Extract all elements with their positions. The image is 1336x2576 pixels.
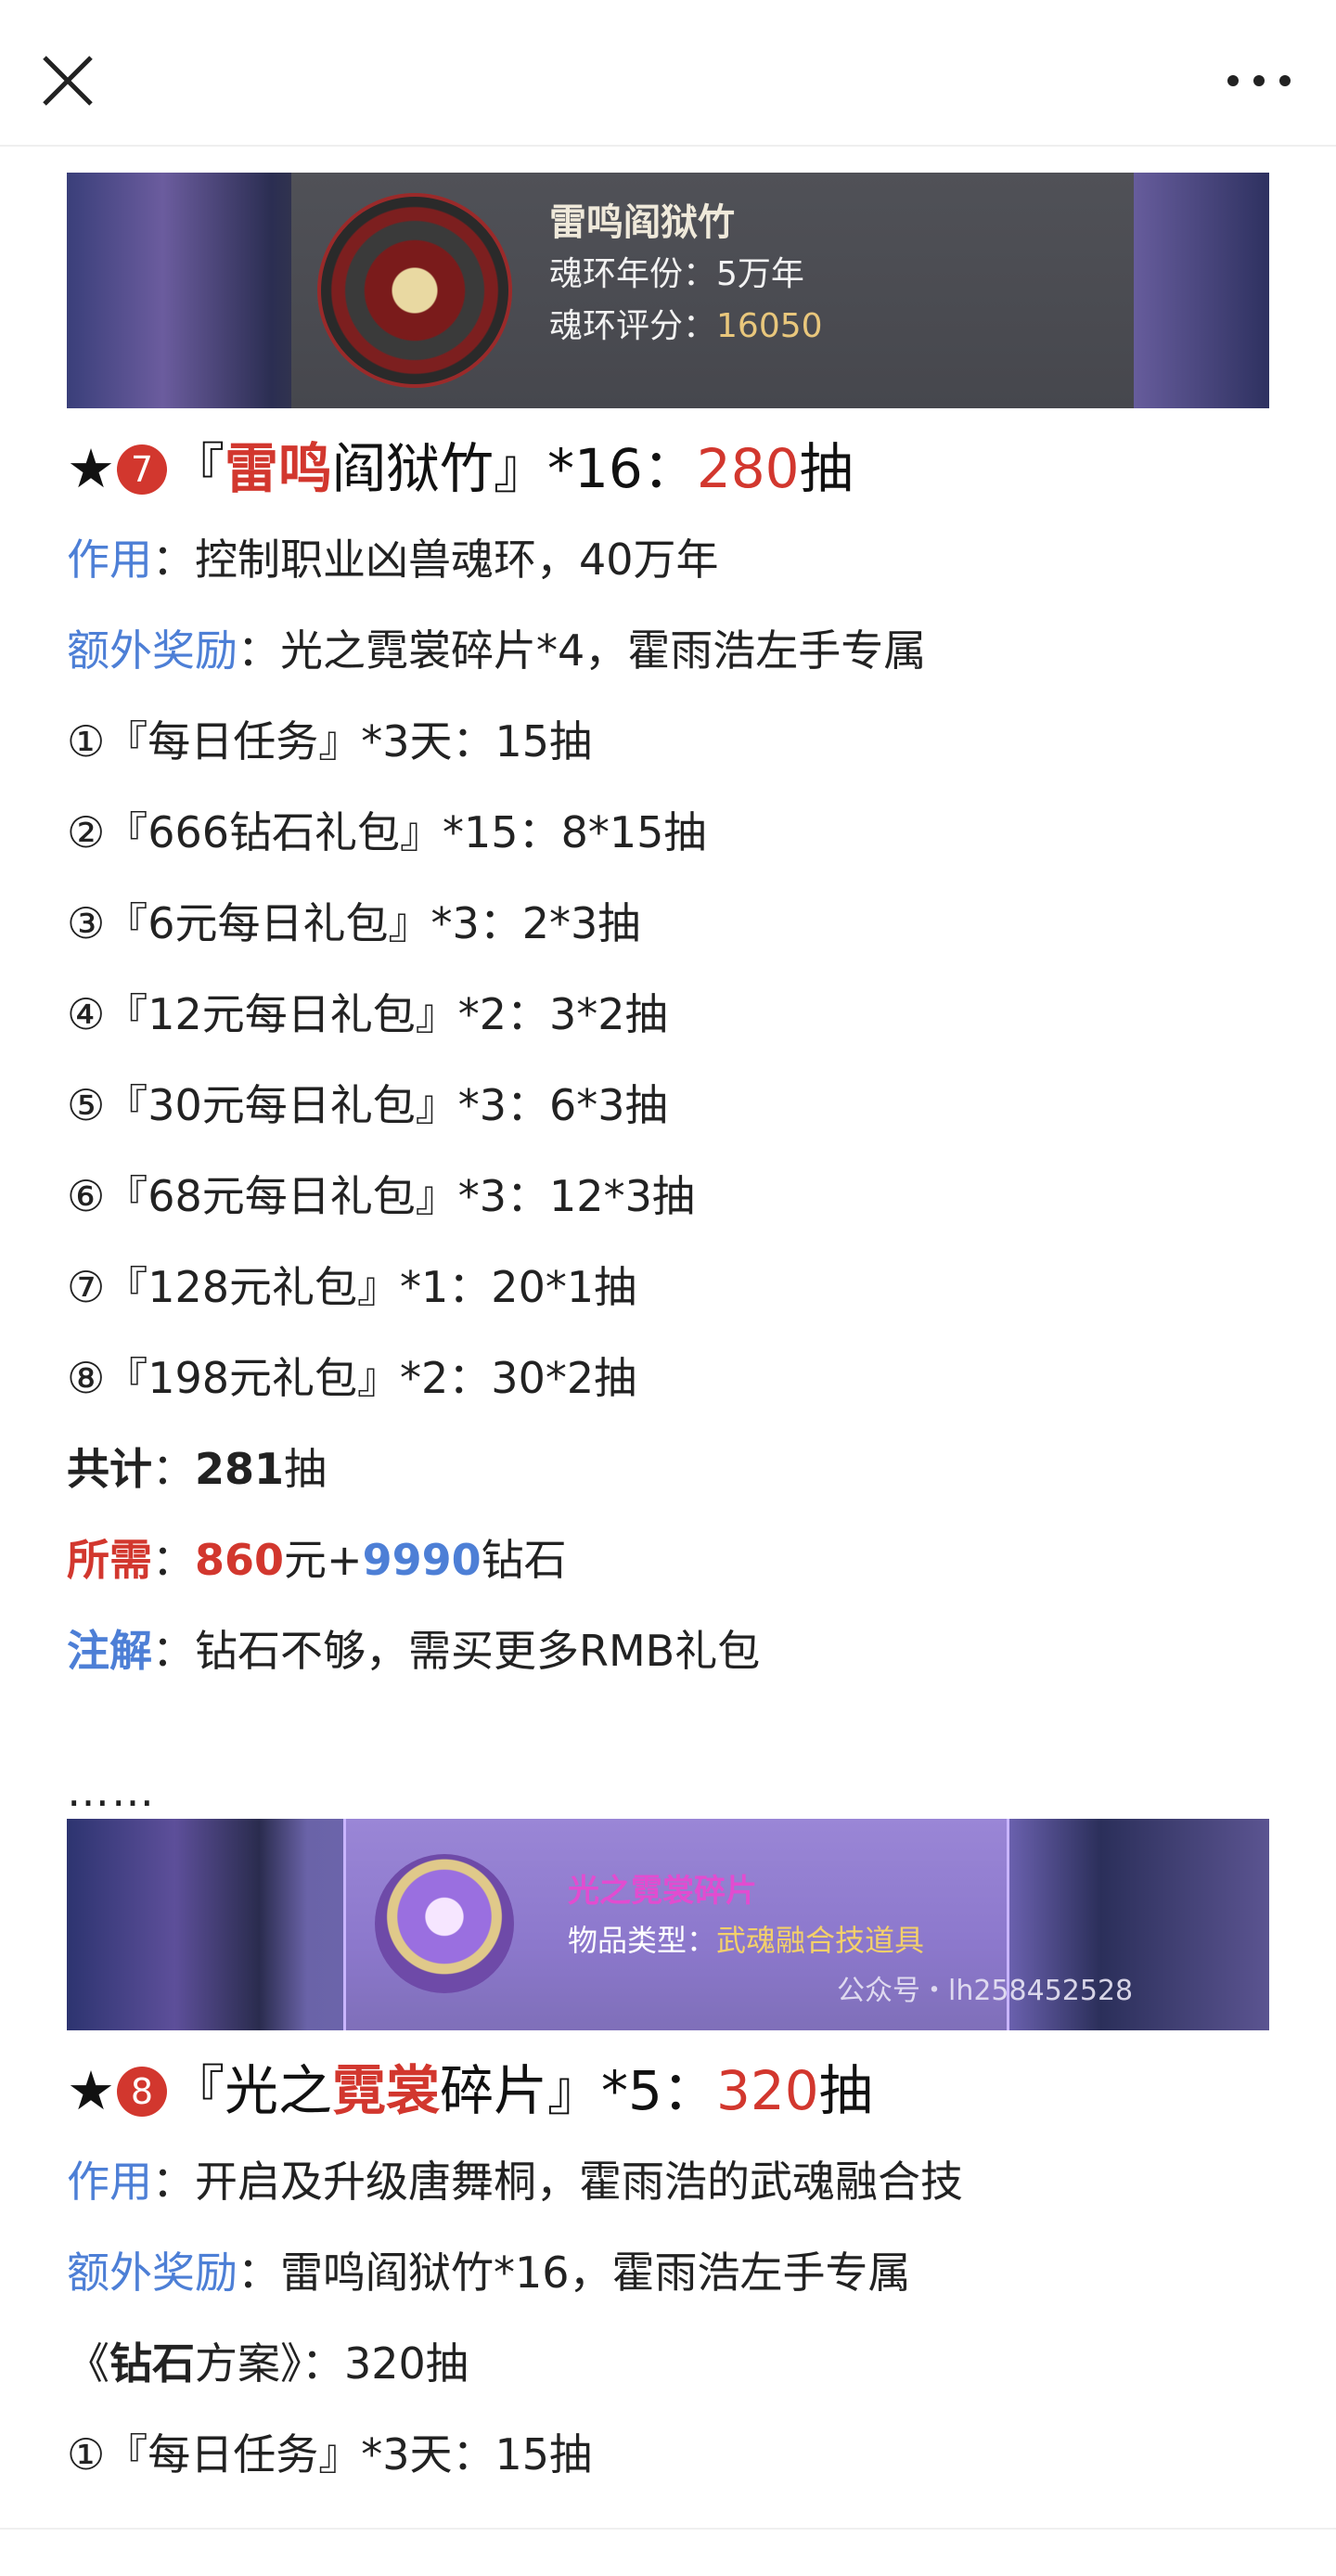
plan-line: 《钻石方案》：320抽 (67, 2338, 469, 2389)
bottom-bar (0, 2528, 1336, 2576)
section-8-heading: ★ 8 『光之霓裳碎片』*5：320抽 (67, 2059, 873, 2122)
article-body: 雷鸣阎狱竹 魂环年份：5万年 魂环评分：16050 ★ 7 『雷鸣阎狱竹』*16：2… (67, 145, 1269, 2500)
close-button[interactable] (35, 48, 100, 113)
more-button[interactable] (1217, 48, 1301, 113)
watermark: 公众号・lh258452528 (837, 1975, 1134, 2007)
effect-line: 作用：开启及升级唐舞桐，霍雨浩的武魂融合技 (67, 2157, 963, 2207)
bonus-line: 额外奖励：雷鸣阎狱竹*16，霍雨浩左手专属 (67, 2248, 911, 2298)
banner-type: 物品类型：武魂融合技道具 (568, 1923, 925, 1958)
close-icon (43, 56, 93, 106)
number-badge: 7 (117, 444, 167, 495)
list-item: ①『每日任务』*3天：15抽 (67, 2429, 593, 2479)
list-item: ④『12元每日礼包』*2：3*2抽 (67, 989, 668, 1039)
banner-title: 雷鸣阎狱竹 (549, 201, 735, 244)
fragment-emblem (375, 1854, 514, 1993)
soul-ring-banner: 雷鸣阎狱竹 魂环年份：5万年 魂环评分：16050 (67, 173, 1269, 408)
note-line: 注解：钻石不够，需买更多RMB礼包 (67, 1626, 761, 1676)
list-item: ⑦『128元礼包』*1：20*1抽 (67, 1262, 637, 1312)
banner-info: 雷鸣阎狱竹 魂环年份：5万年 魂环评分：16050 (549, 197, 823, 353)
banner-score: 魂环评分：16050 (549, 307, 823, 345)
list-item: ①『每日任务』*3天：15抽 (67, 716, 593, 766)
list-item: ⑤『30元每日礼包』*3：6*3抽 (67, 1080, 668, 1130)
banner-year: 魂环年份：5万年 (549, 255, 804, 293)
ellipsis: …… (67, 1766, 156, 1816)
list-item: ⑧『198元礼包』*2：30*2抽 (67, 1353, 637, 1403)
top-toolbar (0, 0, 1336, 147)
list-item: ②『666钻石礼包』*15：8*15抽 (67, 807, 707, 857)
list-item: ⑥『68元每日礼包』*3：12*3抽 (67, 1171, 695, 1221)
total-line: 共计：281抽 (67, 1444, 328, 1494)
number-badge: 8 (117, 2067, 167, 2117)
soul-ring-emblem (317, 193, 512, 388)
banner-title: 光之霓裳碎片 (568, 1873, 757, 1910)
section-7-heading: ★ 7 『雷鸣阎狱竹』*16：280抽 (67, 437, 854, 500)
fragment-banner: 光之霓裳碎片 物品类型：武魂融合技道具 公众号・lh258452528 (67, 1819, 1269, 2030)
bonus-line: 额外奖励：光之霓裳碎片*4，霍雨浩左手专属 (67, 625, 927, 676)
more-icon (1227, 75, 1291, 86)
effect-line: 作用：控制职业凶兽魂环，40万年 (67, 535, 719, 585)
required-line: 所需：860元+9990钻石 (67, 1535, 567, 1585)
list-item: ③『6元每日礼包』*3：2*3抽 (67, 898, 641, 948)
